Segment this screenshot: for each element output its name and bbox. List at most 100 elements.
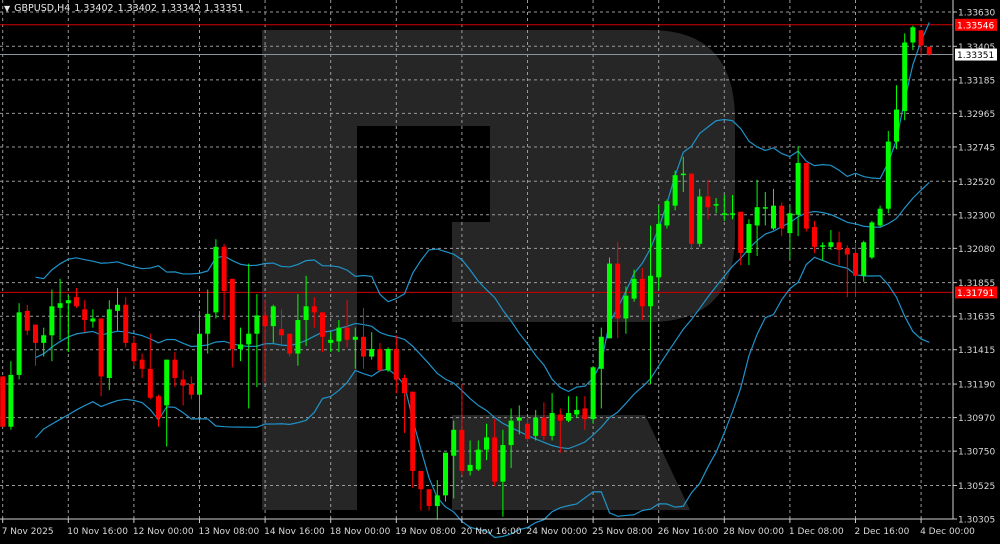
candle-body <box>516 417 522 421</box>
symbol-timeframe: GBPUSD,H4 <box>14 3 71 14</box>
candle-bullish <box>385 347 391 372</box>
y-tick-label: 1.31190 <box>958 381 995 391</box>
candle-bearish <box>0 376 6 427</box>
candle-body <box>82 309 88 321</box>
candle-bearish <box>287 333 293 357</box>
x-tick-label: 2 Dec 16:00 <box>855 527 910 537</box>
candle-body <box>270 306 276 327</box>
candle-body <box>861 242 867 276</box>
candle-body <box>115 304 120 311</box>
y-tick-label: 1.33630 <box>958 9 995 19</box>
candle-bullish <box>590 367 596 424</box>
candle-body <box>721 213 727 215</box>
candle-body <box>156 396 161 418</box>
x-tick-label: 24 Nov 00:00 <box>527 527 588 537</box>
candle-body <box>385 348 391 371</box>
candle-body <box>803 162 809 229</box>
candle-body <box>402 377 407 394</box>
candle-bearish <box>926 46 932 56</box>
candle-body <box>525 423 530 439</box>
candle-body <box>303 306 309 321</box>
price-chart[interactable]: 1.336301.334051.331851.329651.327451.325… <box>0 0 1000 544</box>
chart-title: ▼ GBPUSD,H4 1.33402 1.33402 1.33342 1.33… <box>4 3 243 14</box>
candle-bearish <box>803 162 809 232</box>
high-value: 1.33402 <box>117 3 157 14</box>
x-tick-label: 26 Nov 16:00 <box>658 527 719 537</box>
candle-body <box>533 417 539 436</box>
candle-body <box>426 489 432 507</box>
candle-body <box>557 414 563 421</box>
y-tick-label: 1.31635 <box>958 313 995 323</box>
candle-body <box>213 246 219 313</box>
candle-body <box>221 246 227 292</box>
candle-body <box>607 263 612 339</box>
candle-body <box>320 312 325 337</box>
candle-body <box>459 429 465 471</box>
y-tick-label: 1.32520 <box>958 178 995 188</box>
candle-body <box>672 175 678 206</box>
candle-body <box>41 335 47 343</box>
candle-body <box>98 318 104 377</box>
candle-body <box>582 408 588 420</box>
candle-body <box>328 339 334 343</box>
candle-body <box>65 300 71 304</box>
x-tick-label: 12 Nov 00:00 <box>133 527 194 537</box>
candle-body <box>795 162 801 215</box>
candle-body <box>287 333 293 354</box>
candle-body <box>475 449 481 470</box>
candle-body <box>918 30 924 46</box>
y-tick-label: 1.32300 <box>958 211 995 221</box>
candle-body <box>443 452 448 496</box>
candle-body <box>598 336 604 369</box>
level-price-label: 1.33546 <box>957 21 994 31</box>
candle-body <box>139 359 145 369</box>
candle-body <box>648 275 653 307</box>
candle-body <box>631 278 637 299</box>
candle-body <box>131 342 137 362</box>
candle-bullish <box>664 199 670 229</box>
candle-body <box>926 46 932 55</box>
candle-body <box>8 374 14 427</box>
candle-body <box>172 359 178 378</box>
candle-body <box>57 303 63 308</box>
candle-body <box>434 495 440 507</box>
candle-body <box>639 278 645 307</box>
candle-bullish <box>16 303 22 380</box>
x-tick-label: 19 Nov 08:00 <box>395 527 456 537</box>
candle-bullish <box>697 188 703 247</box>
candle-body <box>410 391 416 471</box>
candle-body <box>615 263 621 319</box>
candle-body <box>713 204 719 206</box>
candle-body <box>123 304 129 343</box>
candle-body <box>279 329 284 336</box>
candle-body <box>229 278 235 349</box>
candle-body <box>418 470 424 490</box>
candle-body <box>787 213 793 234</box>
x-tick-label: 18 Nov 00:00 <box>330 527 391 537</box>
candle-body <box>188 384 194 395</box>
candle-body <box>393 348 399 380</box>
bid-price-label: 1.33351 <box>957 51 994 61</box>
x-tick-label: 14 Nov 16:00 <box>264 527 325 537</box>
candle-bearish <box>689 173 694 250</box>
candle-body <box>885 141 891 209</box>
candle-body <box>262 315 268 327</box>
x-tick-label: 7 Nov 2025 <box>2 527 54 537</box>
candle-body <box>500 445 506 482</box>
candle-body <box>180 379 186 386</box>
candle-body <box>689 173 694 244</box>
triangle-down-icon[interactable]: ▼ <box>4 4 10 13</box>
candle-body <box>738 211 744 253</box>
candle-body <box>705 196 711 208</box>
candle-body <box>344 327 350 340</box>
candle-body <box>451 429 457 456</box>
candle-body <box>90 318 96 322</box>
candle-body <box>771 205 776 229</box>
candle-body <box>762 207 768 209</box>
candle-body <box>697 196 703 244</box>
candle-bullish <box>877 205 883 227</box>
candle-bullish <box>869 220 875 260</box>
candle-body <box>197 333 202 395</box>
candle-body <box>779 205 785 229</box>
y-tick-label: 1.32080 <box>958 245 995 255</box>
